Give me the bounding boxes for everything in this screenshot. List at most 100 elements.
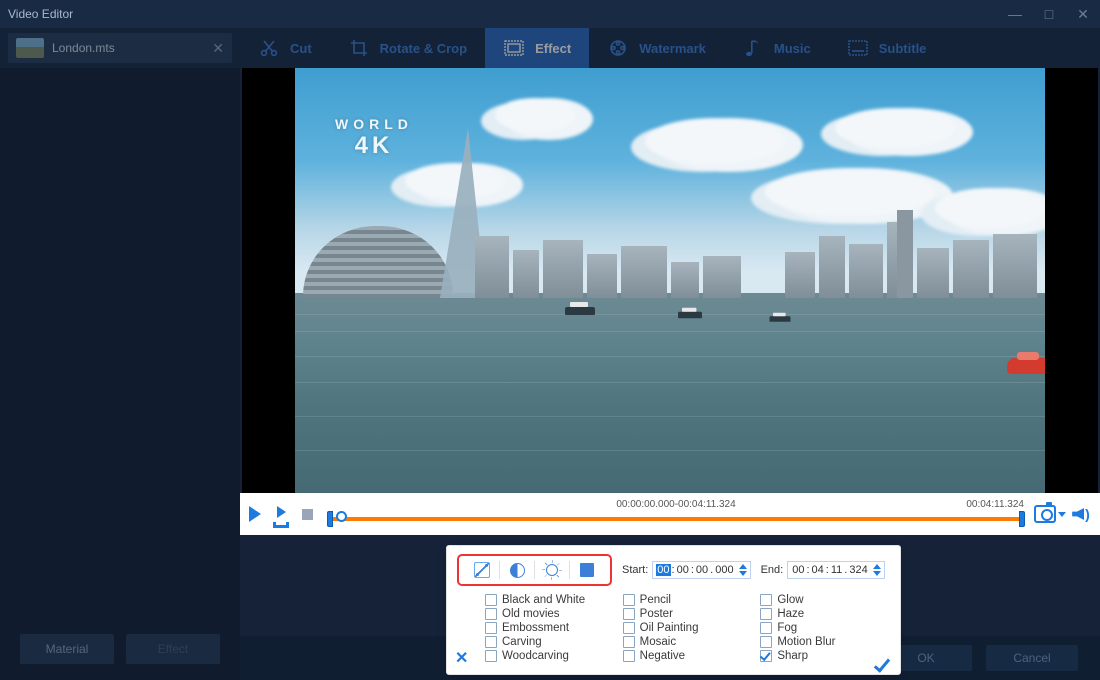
end-ms[interactable]: 324 (848, 564, 868, 576)
effect-checkbox[interactable]: Poster (623, 608, 749, 620)
end-mm[interactable]: 04 (811, 564, 825, 576)
checkbox-icon (623, 622, 635, 634)
app-title: Video Editor (8, 7, 73, 21)
effect-label: Pencil (640, 594, 671, 606)
checkbox-icon (623, 608, 635, 620)
speaker-icon (1072, 508, 1084, 520)
tab-music[interactable]: Music (724, 28, 829, 68)
checkbox-icon (485, 622, 497, 634)
end-time-field[interactable]: End: 00: 04: 11. 324 (761, 561, 885, 579)
play-button[interactable] (244, 503, 266, 525)
effect-label: Sharp (777, 650, 808, 662)
effect-checkbox[interactable]: Fog (760, 622, 886, 634)
checkbox-icon (485, 636, 497, 648)
tab-subtitle[interactable]: Subtitle (829, 28, 945, 68)
cancel-button[interactable]: Cancel (986, 645, 1078, 671)
magic-wand-button[interactable] (465, 559, 499, 581)
checkbox-icon (760, 650, 772, 662)
effect-checkbox[interactable]: Carving (485, 636, 611, 648)
effect-label: Oil Painting (640, 622, 699, 634)
video-watermark: WORLD 4K (335, 116, 413, 160)
magic-wand-icon (474, 562, 490, 578)
contrast-button[interactable] (500, 559, 534, 581)
effect-checkbox[interactable]: Black and White (485, 594, 611, 606)
effect-label: Mosaic (640, 636, 676, 648)
remove-file-icon[interactable]: ✕ (212, 40, 224, 57)
start-hh[interactable]: 00 (656, 564, 670, 576)
play-range-button[interactable] (270, 503, 292, 525)
main-toolbar: London.mts ✕ Cut Rotate & Crop Effect Wa… (0, 28, 1100, 68)
end-spin-down[interactable] (873, 571, 881, 576)
end-spin-up[interactable] (873, 564, 881, 569)
brightness-button[interactable] (535, 559, 569, 581)
end-hh[interactable]: 00 (791, 564, 805, 576)
minimize-button[interactable]: — (998, 0, 1032, 28)
maximize-button[interactable]: □ (1032, 0, 1066, 28)
checkbox-icon (485, 650, 497, 662)
start-label: Start: (622, 564, 648, 576)
start-spin-up[interactable] (739, 564, 747, 569)
effects-grid: Black and White Pencil Glow Old movies Poste… (485, 594, 886, 662)
video-frame: WORLD 4K (295, 68, 1045, 493)
effect-panel: Start: 00: 00: 00. 000 End: 00: 04: 11. … (446, 545, 901, 675)
snapshot-button[interactable] (1034, 503, 1066, 525)
checkbox-icon (623, 594, 635, 606)
scissors-icon (258, 37, 280, 59)
effect-checkbox[interactable]: Pencil (623, 594, 749, 606)
range-start-handle[interactable] (327, 511, 333, 527)
tab-label: Rotate & Crop (380, 41, 467, 56)
tab-cut[interactable]: Cut (240, 28, 330, 68)
effect-label: Woodcarving (502, 650, 569, 662)
subtitle-icon (847, 37, 869, 59)
contrast-icon (510, 563, 525, 578)
material-label: Material (46, 642, 89, 656)
tab-label: Cut (290, 41, 312, 56)
tab-rotate-crop[interactable]: Rotate & Crop (330, 28, 485, 68)
close-window-button[interactable]: ✕ (1066, 0, 1100, 28)
effect-checkbox[interactable]: Haze (760, 608, 886, 620)
tab-effect[interactable]: Effect (485, 28, 589, 68)
effect-checkbox[interactable]: Woodcarving (485, 650, 611, 662)
checkbox-icon (760, 608, 772, 620)
checkbox-icon (485, 594, 497, 606)
effect-cancel-button[interactable]: ✕ (455, 648, 468, 668)
end-ss[interactable]: 11 (830, 564, 843, 576)
cancel-label: Cancel (1013, 651, 1050, 665)
start-ms[interactable]: 000 (714, 564, 734, 576)
effect-checkbox[interactable]: Motion Blur (760, 636, 886, 648)
watermark-line1: WORLD (335, 116, 413, 132)
effect-checkbox[interactable]: Mosaic (623, 636, 749, 648)
effect-label: Motion Blur (777, 636, 835, 648)
tab-label: Watermark (639, 41, 706, 56)
playhead[interactable] (336, 511, 347, 522)
effect-tab-button[interactable]: Effect (126, 634, 220, 664)
start-ss[interactable]: 00 (695, 564, 709, 576)
start-time-field[interactable]: Start: 00: 00: 00. 000 (622, 561, 751, 579)
title-bar: Video Editor — □ ✕ (0, 0, 1100, 28)
range-end-handle[interactable] (1019, 511, 1025, 527)
source-file-chip[interactable]: London.mts ✕ (8, 33, 232, 63)
effect-checkbox[interactable]: Negative (623, 650, 749, 662)
left-panel: Material Effect (0, 68, 240, 680)
chevron-down-icon (1058, 512, 1066, 517)
stop-button[interactable] (296, 503, 318, 525)
file-name: London.mts (52, 41, 212, 55)
tab-watermark[interactable]: Watermark (589, 28, 724, 68)
effect-checkbox[interactable]: Sharp (760, 650, 886, 662)
effect-checkbox[interactable]: Glow (760, 594, 886, 606)
checkbox-icon (623, 650, 635, 662)
volume-button[interactable] (1070, 503, 1092, 525)
material-tab-button[interactable]: Material (20, 634, 114, 664)
checkbox-icon (760, 636, 772, 648)
effect-checkbox[interactable]: Oil Painting (623, 622, 749, 634)
time-duration-label: 00:04:11.324 (966, 499, 1024, 510)
effect-label: Carving (502, 636, 542, 648)
effect-checkbox[interactable]: Embossment (485, 622, 611, 634)
color-button[interactable] (570, 559, 604, 581)
start-spin-down[interactable] (739, 571, 747, 576)
effect-label: Old movies (502, 608, 560, 620)
start-mm[interactable]: 00 (676, 564, 690, 576)
timeline[interactable]: 00:00:00.000-00:04:11.324 00:04:11.324 (328, 501, 1024, 527)
effect-label: Embossment (502, 622, 569, 634)
effect-checkbox[interactable]: Old movies (485, 608, 611, 620)
